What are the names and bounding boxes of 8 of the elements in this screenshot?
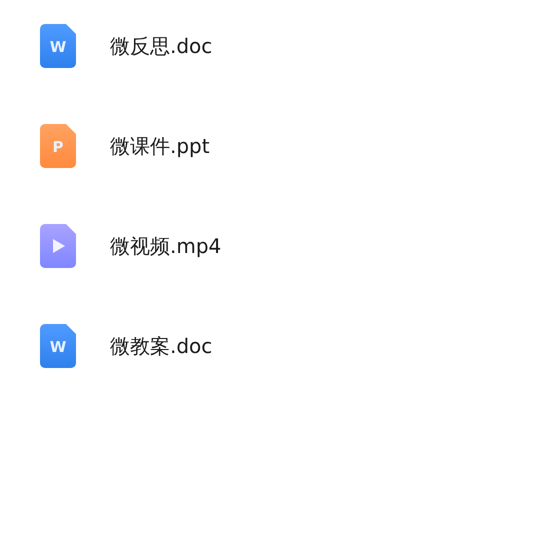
video-file-icon — [40, 224, 76, 268]
file-name[interactable]: 微教案.doc — [110, 331, 212, 361]
slides-document-icon: P — [40, 124, 76, 168]
file-name[interactable]: 微课件.ppt — [110, 131, 210, 161]
word-document-icon: W — [40, 24, 76, 68]
file-name[interactable]: 微反思.doc — [110, 31, 212, 61]
word-document-icon: W — [40, 324, 76, 368]
file-name[interactable]: 微视频.mp4 — [110, 231, 222, 261]
